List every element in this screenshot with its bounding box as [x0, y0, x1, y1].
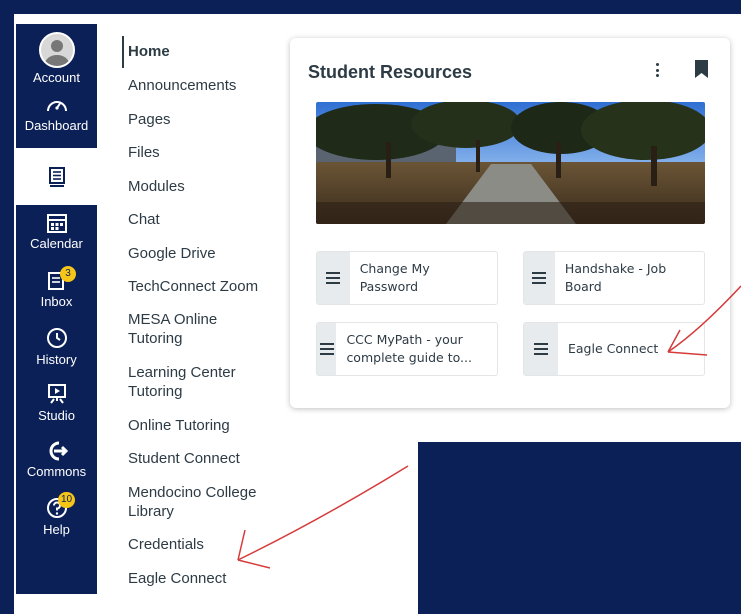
- global-nav-label: Account: [33, 70, 80, 85]
- user-avatar-icon: [38, 32, 75, 68]
- calendar-icon: [46, 214, 67, 233]
- active-item-indicator: [122, 36, 124, 68]
- global-nav-label: Dashboard: [24, 118, 89, 133]
- global-nav-label: Commons: [26, 464, 87, 479]
- help-notification-badge: 10: [58, 492, 76, 508]
- course-nav-eagle-connect[interactable]: Eagle Connect: [128, 569, 293, 588]
- global-nav-commons[interactable]: Commons: [16, 440, 97, 479]
- campus-photo-image: [316, 102, 705, 224]
- student-resources-card: Student Resources Change My Password Han…: [290, 38, 730, 408]
- course-nav-online-tutoring[interactable]: Online Tutoring: [128, 416, 293, 435]
- resource-link-eagle-connect[interactable]: Eagle Connect: [523, 322, 705, 376]
- list-icon: [532, 272, 547, 284]
- commons-icon: [49, 441, 68, 461]
- dashboard-gauge-icon: [46, 101, 67, 112]
- global-navigation: Account Dashboard Calendar 3 Inbox Histo…: [16, 24, 97, 594]
- course-nav-pages[interactable]: Pages: [128, 110, 293, 129]
- global-nav-label: Studio: [38, 408, 75, 423]
- global-nav-label: Calendar: [30, 236, 83, 251]
- global-nav-courses[interactable]: [16, 148, 97, 205]
- resource-link-change-password[interactable]: Change My Password: [316, 251, 498, 305]
- resource-link-label: Handshake - Job Board: [564, 261, 667, 294]
- global-nav-calendar[interactable]: Calendar: [16, 212, 97, 251]
- resource-link-label: CCC MyPath - your complete guide to...: [346, 332, 472, 365]
- course-nav-student-connect[interactable]: Student Connect: [128, 449, 293, 468]
- resource-link-handshake[interactable]: Handshake - Job Board: [523, 251, 705, 305]
- course-nav-techconnect-zoom[interactable]: TechConnect Zoom: [128, 277, 293, 296]
- clock-icon: [46, 328, 67, 348]
- course-nav-home[interactable]: Home: [128, 42, 293, 61]
- course-nav-google-drive[interactable]: Google Drive: [128, 244, 293, 263]
- list-icon: [326, 272, 341, 284]
- global-nav-label: Help: [43, 522, 70, 537]
- list-icon: [534, 343, 548, 355]
- global-nav-dashboard[interactable]: Dashboard: [16, 94, 97, 133]
- dark-background-block: [418, 442, 741, 614]
- bookmark-icon[interactable]: [695, 60, 708, 78]
- global-nav-inbox[interactable]: 3 Inbox: [16, 266, 97, 309]
- inbox-unread-badge: 3: [60, 266, 76, 282]
- course-nav-announcements[interactable]: Announcements: [128, 76, 293, 95]
- course-nav-mesa-online-tutoring[interactable]: MESA Online Tutoring: [128, 310, 248, 348]
- resource-link-label: Eagle Connect: [568, 341, 659, 356]
- global-nav-history[interactable]: History: [16, 326, 97, 367]
- course-nav-learning-center-tutoring[interactable]: Learning Center Tutoring: [128, 363, 253, 401]
- resource-link-label: Change My Password: [359, 261, 430, 294]
- more-options-icon[interactable]: [653, 60, 661, 80]
- course-nav-credentials[interactable]: Credentials: [128, 535, 293, 554]
- global-nav-studio[interactable]: Studio: [16, 382, 97, 423]
- studio-icon: [47, 384, 66, 404]
- card-title: Student Resources: [308, 62, 473, 82]
- global-nav-label: History: [36, 352, 77, 367]
- course-nav-mendocino-college-library[interactable]: Mendocino College Library: [128, 483, 278, 521]
- global-nav-help[interactable]: 10 Help: [16, 492, 97, 537]
- campus-photo: [316, 102, 705, 224]
- list-icon: [319, 343, 334, 355]
- course-nav-chat[interactable]: Chat: [128, 210, 293, 229]
- course-nav-files[interactable]: Files: [128, 143, 293, 162]
- global-nav-label: Inbox: [40, 294, 73, 309]
- resource-link-ccc-mypath[interactable]: CCC MyPath - your complete guide to...: [316, 322, 498, 376]
- global-nav-account[interactable]: Account: [16, 32, 97, 85]
- courses-book-icon: [48, 166, 65, 187]
- course-nav-modules[interactable]: Modules: [128, 177, 293, 196]
